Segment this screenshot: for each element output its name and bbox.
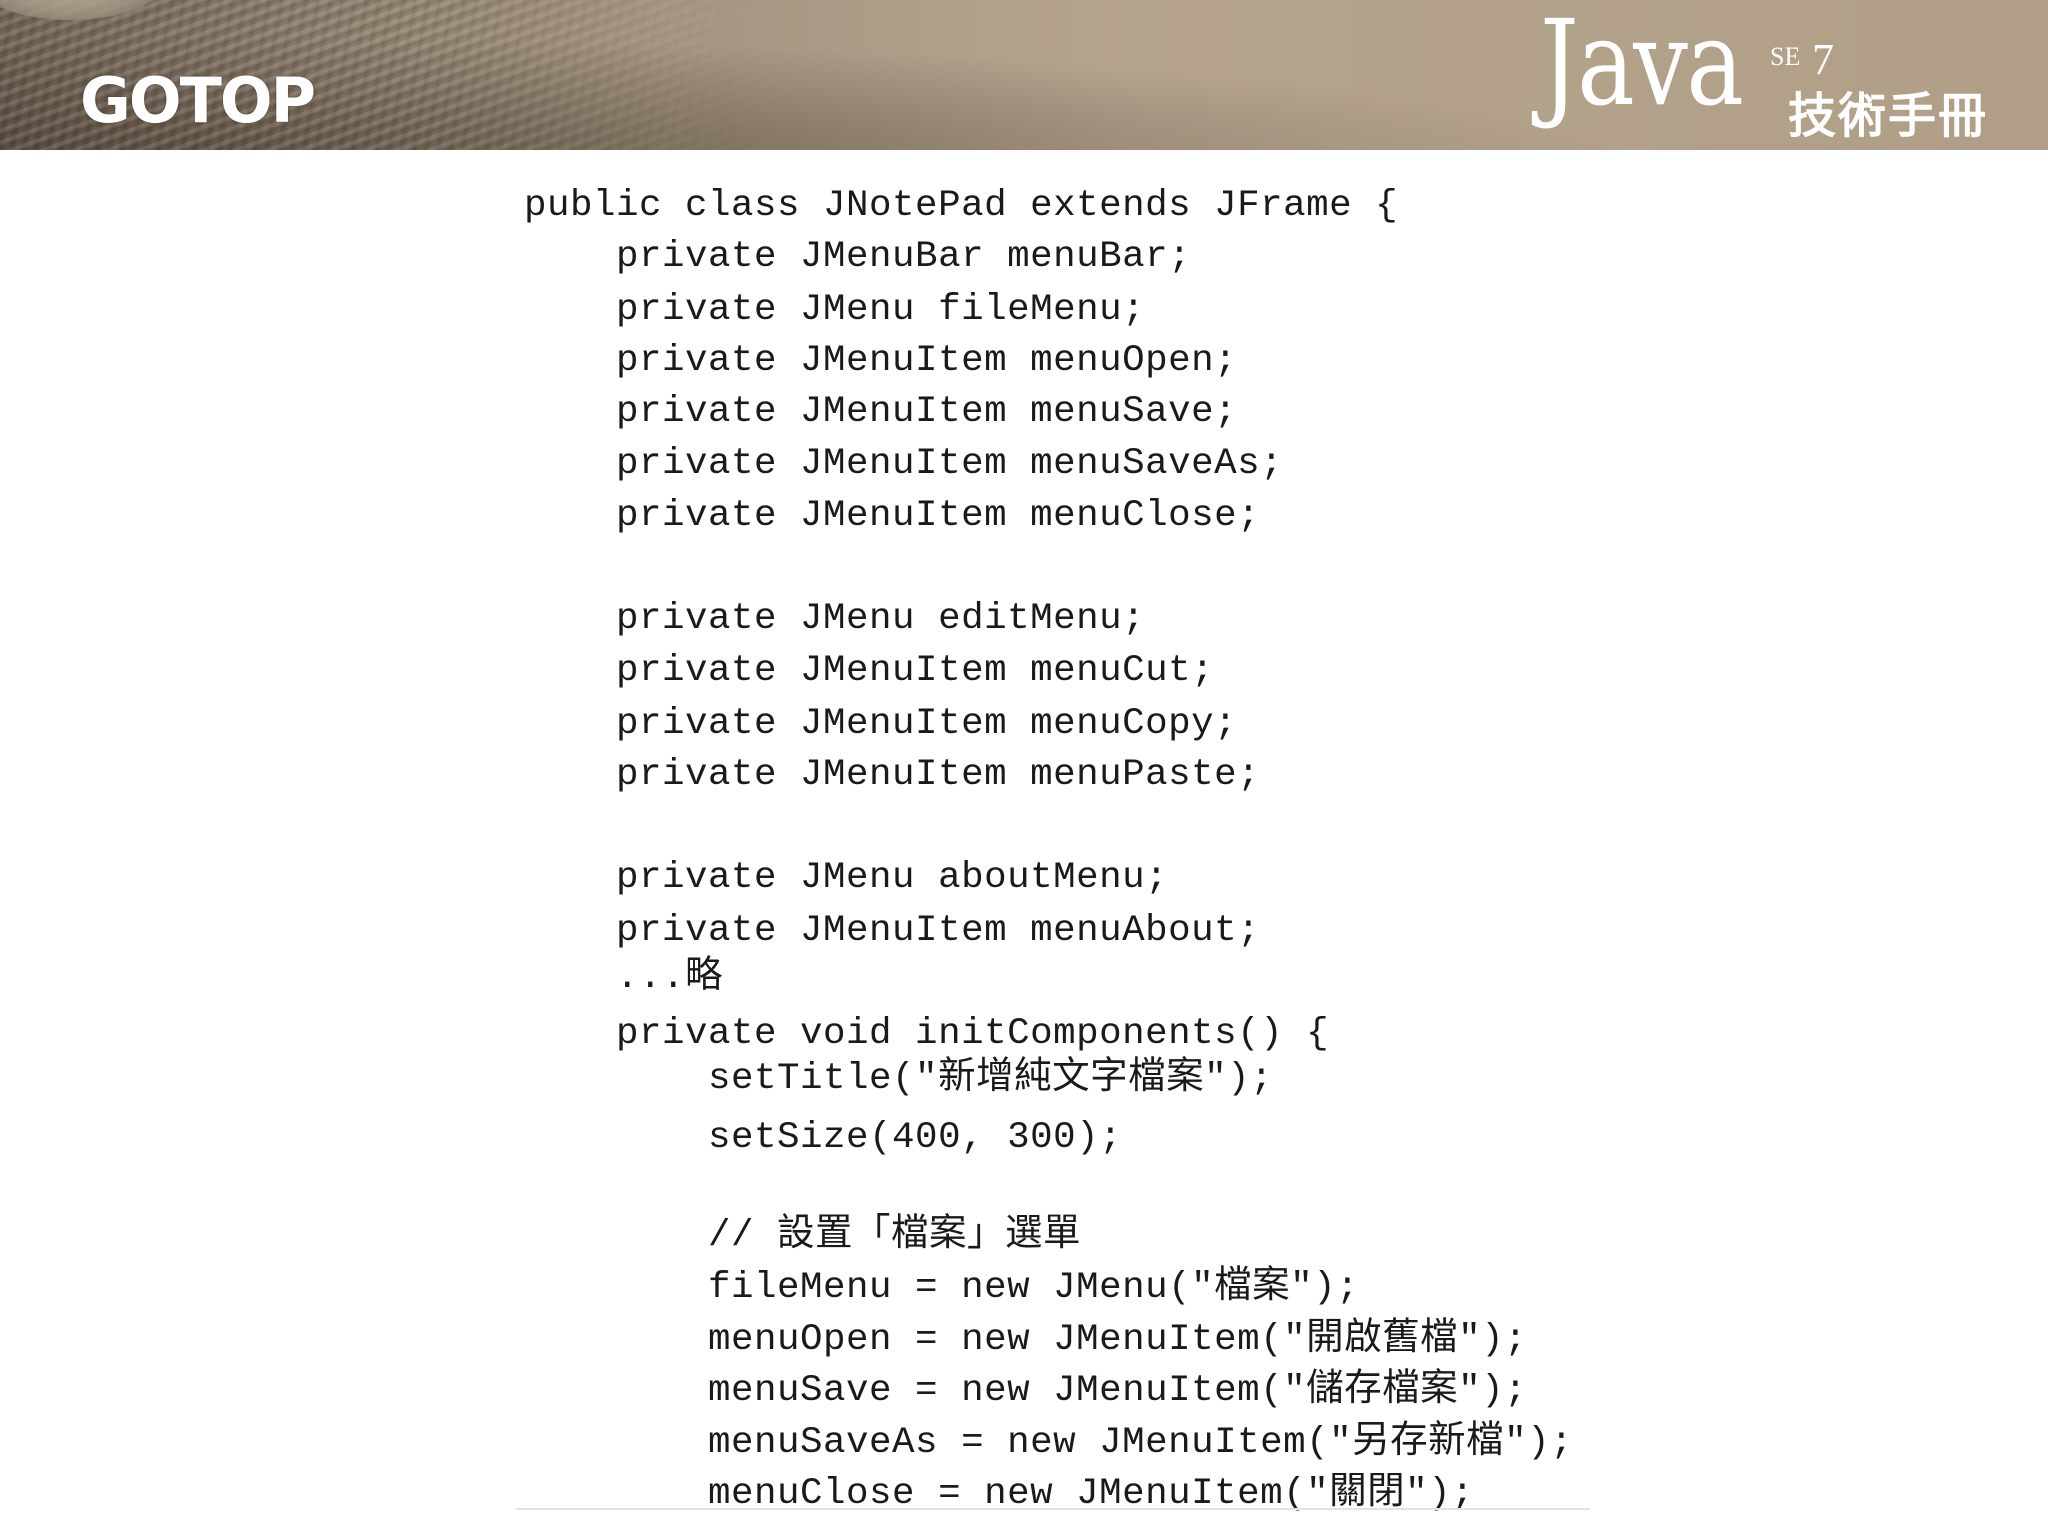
code-line: private JMenuItem menuClose; xyxy=(524,495,1261,537)
code-line: private JMenu fileMenu; xyxy=(524,289,1146,331)
code-line: private JMenuItem menuAbout; xyxy=(524,910,1261,952)
code-line: private JMenuItem menuPaste; xyxy=(524,754,1261,796)
code-line: private JMenuItem menuCopy; xyxy=(524,703,1238,745)
code-line: menuSave = new JMenuItem("儲存檔案"); xyxy=(524,1370,1528,1412)
code-line: private JMenuItem menuCut; xyxy=(524,650,1215,692)
code-line: private JMenuBar menuBar; xyxy=(524,236,1192,278)
divider xyxy=(516,1508,1590,1510)
code-line: menuOpen = new JMenuItem("開啟舊檔"); xyxy=(524,1319,1528,1361)
code-line: private void initComponents() { xyxy=(524,1013,1330,1055)
code-line: public class JNotePad extends JFrame { xyxy=(524,185,1399,227)
code-line: ...略 xyxy=(524,957,724,999)
code-line: setTitle("新增純文字檔案"); xyxy=(524,1058,1274,1100)
code-line: private JMenuItem menuSave; xyxy=(524,391,1238,433)
slide: GOTOP Java SE 7 技術手冊 public class JNoteP… xyxy=(0,0,2048,1536)
code-line: private JMenu editMenu; xyxy=(524,598,1146,640)
code-line: menuSaveAs = new JMenuItem("另存新檔"); xyxy=(524,1422,1574,1464)
code-line: private JMenuItem menuOpen; xyxy=(524,340,1238,382)
code-listing: public class JNotePad extends JFrame { p… xyxy=(0,0,2048,1536)
code-line: fileMenu = new JMenu("檔案"); xyxy=(524,1267,1360,1309)
code-line: private JMenu aboutMenu; xyxy=(524,857,1169,899)
code-comment: // 設置「檔案」選單 xyxy=(524,1215,1082,1257)
code-line: private JMenuItem menuSaveAs; xyxy=(524,443,1284,485)
code-line: setSize(400, 300); xyxy=(524,1117,1123,1159)
